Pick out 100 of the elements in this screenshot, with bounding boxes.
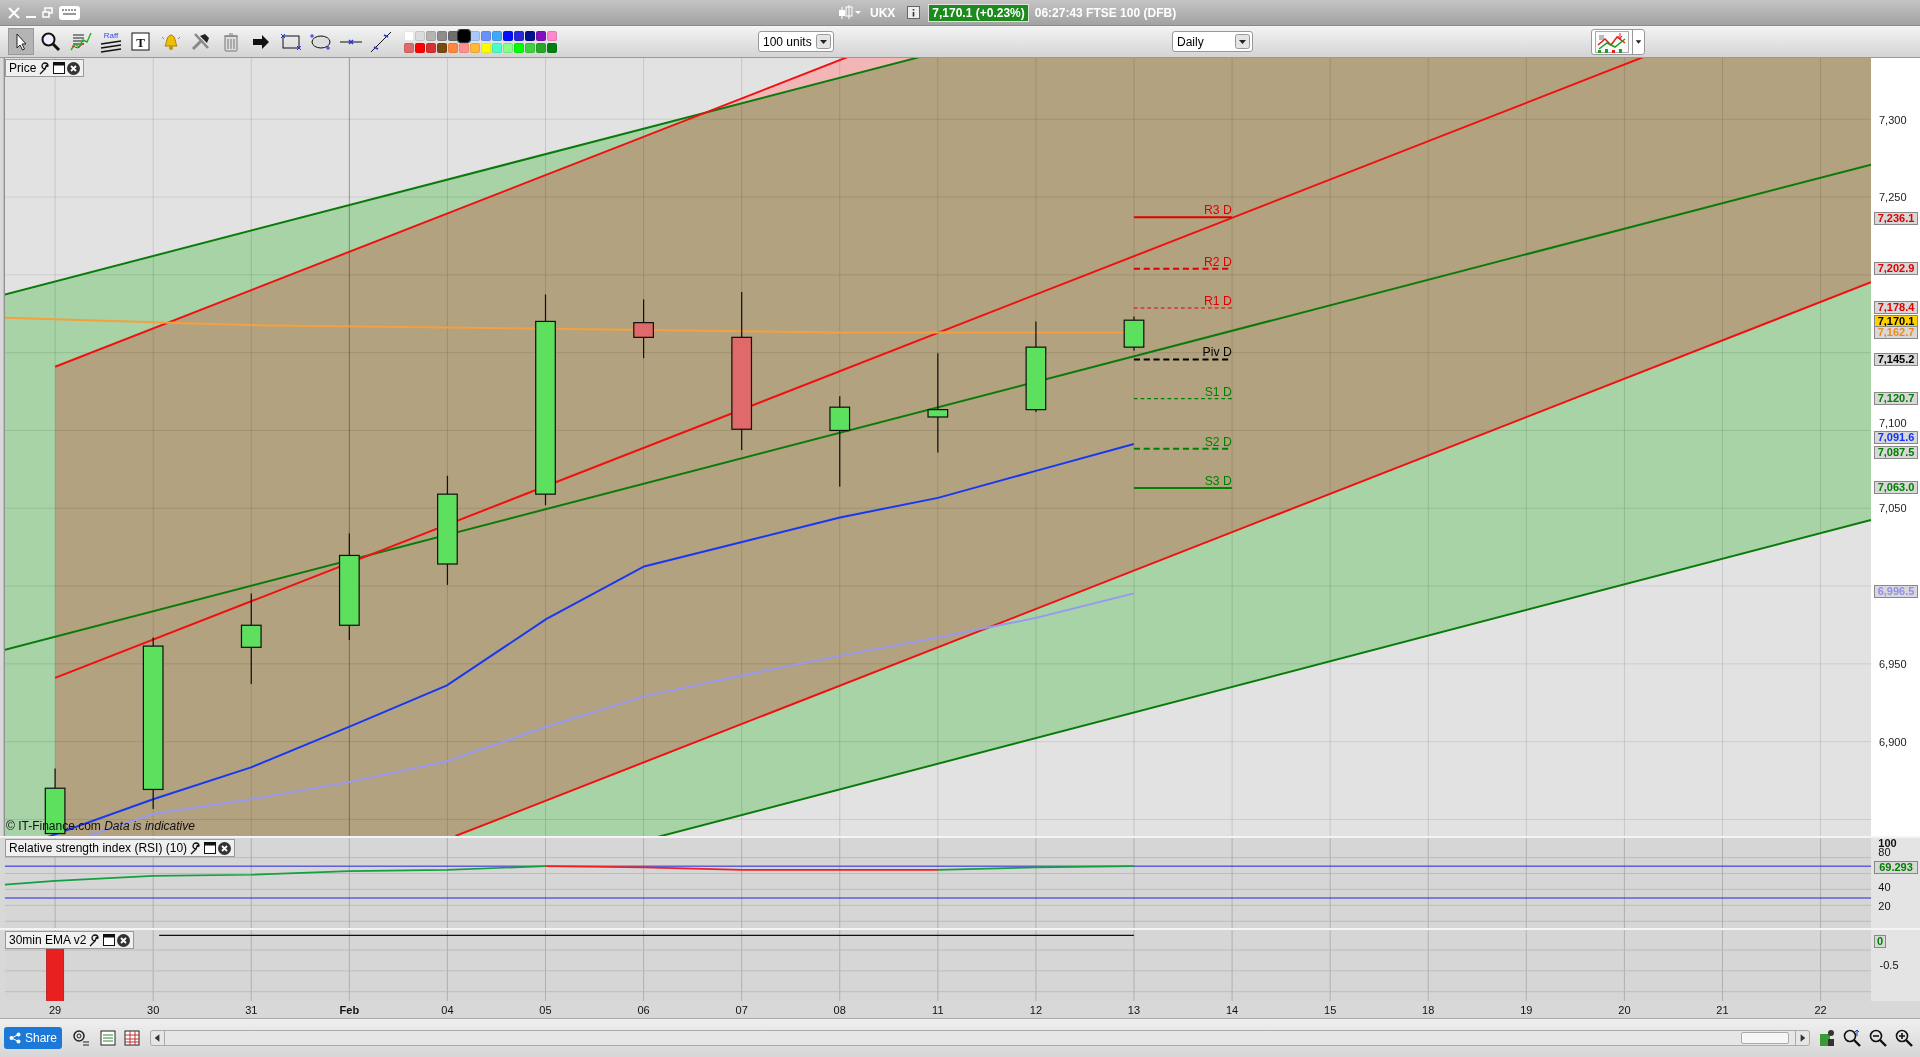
pivot-label: R2 D [1203, 254, 1232, 269]
axis-label: 6,950 [1878, 657, 1907, 670]
color-swatch[interactable] [536, 42, 546, 53]
color-swatch[interactable] [492, 42, 502, 53]
wrench-icon[interactable] [189, 841, 203, 855]
color-swatch[interactable] [481, 42, 491, 53]
axis-label: 29 [48, 1004, 62, 1017]
color-swatch[interactable] [547, 30, 557, 41]
color-swatch[interactable] [503, 30, 513, 41]
axis-label: 30 [147, 1004, 160, 1017]
axis-label: 15 [1324, 1004, 1337, 1017]
link-settings-icon[interactable] [72, 1029, 91, 1047]
color-swatch[interactable] [448, 42, 458, 53]
axis-label: 04 [441, 1004, 454, 1017]
table-icon[interactable] [100, 1030, 117, 1046]
axis-label: 31 [245, 1004, 258, 1017]
color-swatch[interactable] [459, 42, 469, 53]
axis-label: 14 [1225, 1004, 1239, 1017]
zoom-fit-icon[interactable] [1842, 1028, 1863, 1048]
axis-label: 7,300 [1878, 113, 1907, 126]
pivot-label: R3 D [1203, 203, 1232, 218]
axis-label: Feb [339, 1004, 360, 1017]
axis-label: 19 [1520, 1004, 1533, 1017]
window-icon[interactable] [53, 62, 66, 74]
size-dropdown[interactable]: 100 units [758, 31, 834, 52]
axis-label: 11 [932, 1004, 944, 1017]
candlestick [1123, 315, 1145, 352]
color-swatch[interactable] [514, 42, 524, 53]
window-icon[interactable] [103, 934, 116, 946]
price-tag: 0 [1874, 935, 1886, 948]
color-swatch[interactable] [492, 30, 502, 41]
zoom-in-icon[interactable] [1894, 1028, 1915, 1048]
axis-label: 06 [637, 1004, 650, 1017]
axis-label: 18 [1422, 1004, 1435, 1017]
scrollbar-thumb[interactable] [1741, 1032, 1790, 1044]
pivot-label: S2 D [1204, 434, 1232, 449]
color-swatch[interactable] [514, 30, 524, 41]
color-swatch[interactable] [503, 42, 513, 53]
axis-label: 7,050 [1878, 501, 1907, 514]
color-swatch[interactable] [525, 30, 535, 41]
color-swatch[interactable] [547, 42, 557, 53]
market-time: 06:27:43 FTSE 100 (DFB) [1034, 4, 1177, 22]
axis-label: 20 [1878, 899, 1891, 912]
axis-label: 40 [1878, 881, 1891, 894]
color-swatch[interactable] [415, 30, 425, 41]
color-swatch[interactable] [437, 30, 447, 41]
color-swatch[interactable] [437, 42, 447, 53]
axis-label: 13 [1127, 1004, 1141, 1017]
close-icon[interactable] [67, 61, 81, 75]
color-swatch[interactable] [481, 30, 491, 41]
price-tag: 7,178.4 [1874, 301, 1918, 315]
caret-icon[interactable] [1632, 28, 1644, 55]
close-icon[interactable] [218, 841, 232, 855]
interval-dropdown[interactable]: Daily [1172, 31, 1253, 52]
axis-label: 6,900 [1878, 735, 1907, 748]
color-swatch[interactable] [525, 42, 535, 53]
window-icon[interactable] [204, 842, 217, 854]
zoom-out-icon[interactable] [1868, 1028, 1889, 1048]
wrench-icon[interactable] [38, 61, 52, 75]
price-tag: 7,063.0 [1874, 481, 1918, 495]
info-icon[interactable] [907, 6, 921, 19]
color-swatch[interactable] [470, 42, 480, 53]
color-swatch[interactable] [470, 30, 480, 41]
price-change-badge: 7,170.1 (+0.23%) [928, 3, 1029, 22]
grid-icon[interactable] [124, 1030, 141, 1046]
pivot-label: S1 D [1204, 384, 1232, 399]
color-swatch[interactable] [458, 29, 470, 42]
text-tool[interactable]: T [128, 28, 154, 55]
panel-title: Relative strength index (RSI) (10) [9, 840, 188, 857]
chart-type-button[interactable] [1591, 28, 1645, 55]
wrench-icon[interactable] [88, 933, 102, 947]
price-tag: 6,996.5 [1874, 585, 1918, 599]
share-icon[interactable] [9, 1032, 21, 1044]
indicator-axis [1871, 930, 1920, 1001]
candlestick [633, 298, 654, 359]
color-swatch[interactable] [404, 42, 414, 53]
axis-label: 21 [1716, 1004, 1729, 1017]
share-button[interactable]: Share [4, 1027, 63, 1049]
pivot-label: Piv D [1202, 345, 1232, 360]
axis-label: -0.5 [1879, 959, 1899, 972]
color-swatch[interactable] [415, 42, 425, 53]
cursor-icon[interactable] [8, 28, 34, 55]
chart-person-icon[interactable] [1818, 1028, 1837, 1048]
close-icon[interactable] [117, 933, 131, 947]
keyboard-icon[interactable] [59, 5, 80, 20]
color-swatch[interactable] [426, 42, 436, 53]
axis-label: 12 [1029, 1004, 1043, 1017]
pivot-label: R1 D [1203, 293, 1232, 308]
color-swatch[interactable] [404, 30, 414, 41]
color-swatch[interactable] [426, 30, 436, 41]
caret-icon[interactable] [816, 34, 831, 49]
panel-title: 30min EMA v2 [9, 932, 87, 949]
axis-label: 05 [539, 1004, 552, 1017]
raff-channel-tool[interactable]: Raff [98, 28, 124, 55]
axis-label: 20 [1618, 1004, 1631, 1017]
caret-icon[interactable] [1235, 34, 1250, 49]
scrollbar[interactable] [150, 1030, 1811, 1046]
pivot-label: S3 D [1204, 474, 1232, 488]
color-swatch[interactable] [536, 30, 546, 41]
axis-label: 7,250 [1878, 190, 1907, 203]
